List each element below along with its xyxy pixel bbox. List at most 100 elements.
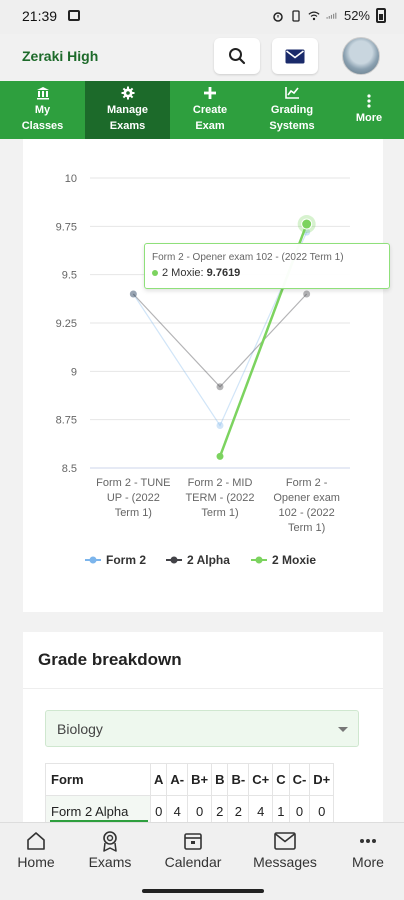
vibrate-icon	[292, 9, 300, 22]
bank-icon	[36, 86, 50, 102]
x-category-label: Form 2 - TUNE UP - (2022 Term 1)	[96, 477, 170, 519]
y-tick-label: 9.75	[56, 221, 77, 233]
tab-more[interactable]: More	[334, 81, 404, 139]
tab-grading-systems[interactable]: Grading Systems	[250, 81, 334, 139]
tab-create-exam-line2: Exam	[195, 120, 225, 132]
x-category-label: Form 2 - MID TERM - (2022 Term 1)	[185, 477, 254, 519]
data-point	[216, 452, 224, 460]
gear-icon	[121, 86, 135, 102]
home-icon	[26, 831, 46, 851]
table-header-row: Form A A- B+ B B- C+ C C- D+	[45, 763, 335, 796]
chevron-down-icon	[338, 727, 348, 732]
tab-manage-exams-line1: Manage	[107, 104, 148, 116]
column-header: B	[211, 763, 229, 796]
table-cell: 4	[248, 795, 274, 822]
column-header: C+	[248, 763, 274, 796]
column-header: A	[149, 763, 168, 796]
series-line-2-alpha	[132, 293, 308, 388]
x-category-label: Form 2 -Opener exam 102 - (2022 Term 1)	[273, 477, 340, 534]
table-cell: 0	[309, 795, 335, 822]
tooltip-series-dot	[152, 270, 158, 277]
table-cell: 4	[166, 795, 189, 822]
battery-percent: 52%	[343, 8, 370, 23]
status-icons: 52%	[272, 8, 386, 23]
column-header: B+	[187, 763, 213, 796]
column-header: D+	[309, 763, 335, 796]
avatar[interactable]	[342, 37, 380, 75]
plus-icon	[204, 86, 216, 102]
y-tick-label: 8.75	[56, 415, 77, 427]
data-point	[303, 290, 311, 298]
column-header: C-	[288, 763, 311, 796]
tab-manage-exams-line2: Exams	[109, 120, 146, 132]
bottom-nav-messages-label: Messages	[253, 854, 317, 870]
messages-icon	[274, 831, 296, 851]
grade-breakdown-title: Grade breakdown	[38, 650, 182, 669]
y-tick-label: 8.5	[62, 463, 77, 475]
y-tick-label: 10	[65, 173, 77, 185]
table-cell: 0	[288, 795, 311, 822]
signal-icon	[326, 12, 337, 19]
tab-my-classes[interactable]: My Classes	[0, 81, 85, 139]
legend-symbol-dot	[89, 556, 97, 564]
tab-grading-systems-line1: Grading	[270, 104, 314, 116]
legend-item-label: 2 Moxie	[272, 553, 316, 567]
chart-tooltip: Form 2 - Opener exam 102 - (2022 Term 1)…	[144, 243, 390, 289]
table-row[interactable]: Form 2 Alpha 0 4 0 2 2 4 1 0 0	[45, 795, 335, 822]
tab-my-classes-line1: My	[34, 104, 51, 116]
subject-select[interactable]: Biology	[45, 710, 359, 747]
app-header: Zeraki High	[0, 34, 404, 80]
bottom-nav-home-label: Home	[17, 854, 55, 870]
alarm-icon	[273, 11, 283, 22]
tooltip-value-line: 2 Moxie: 9.7619	[152, 267, 240, 279]
column-header: Form	[45, 763, 151, 796]
legend-symbol-dot	[170, 556, 178, 564]
bottom-nav-exams-label: Exams	[88, 854, 132, 870]
legend-item-label: Form 2	[106, 553, 146, 567]
table-cell-form[interactable]: Form 2 Alpha	[45, 795, 151, 822]
y-tick-label: 9.5	[62, 270, 77, 282]
y-tick-label: 9.25	[56, 318, 77, 330]
legend-item-label: 2 Alpha	[187, 553, 230, 567]
gallery-notification-icon	[68, 10, 80, 21]
tab-my-classes-line2: Classes	[21, 120, 64, 132]
bottom-nav-home[interactable]: Home	[0, 823, 72, 885]
mail-icon	[285, 49, 305, 63]
calendar-icon	[183, 831, 203, 851]
tab-grading-systems-line2: Systems	[269, 120, 315, 132]
table-cell: 1	[272, 795, 290, 822]
subject-select-value: Biology	[57, 721, 103, 737]
chart-line-icon	[284, 86, 300, 102]
bottom-nav-calendar[interactable]: Calendar	[148, 823, 238, 885]
table-cell: 0	[187, 795, 213, 822]
bottom-nav-more[interactable]: More	[332, 823, 404, 885]
column-header: B-	[227, 763, 250, 796]
home-indicator[interactable]	[142, 889, 264, 893]
battery-icon	[376, 8, 386, 23]
data-point	[216, 421, 224, 429]
data-point	[129, 290, 137, 298]
bottom-nav-more-label: More	[352, 854, 384, 870]
bottom-nav-messages[interactable]: Messages	[238, 823, 332, 885]
search-button[interactable]	[214, 38, 260, 74]
tab-manage-exams[interactable]: Manage Exams	[85, 81, 170, 139]
status-time: 21:39	[22, 8, 58, 24]
table-cell: 2	[211, 795, 229, 822]
tooltip-value: 9.7619	[206, 267, 241, 279]
column-header: A-	[166, 763, 189, 796]
tab-create-exam[interactable]: Create Exam	[170, 81, 250, 139]
performance-line-chart: 10 9.75 9.5 9.25 9 8.75 8.5 Form 2 - TUNE UP - (…	[56, 173, 350, 567]
exams-badge-icon	[101, 831, 119, 852]
tab-create-exam-line1: Create	[192, 104, 228, 116]
column-header: C	[272, 763, 290, 796]
bottom-nav-calendar-label: Calendar	[164, 854, 222, 870]
grade-breakdown-card: Grade breakdown Biology Form A A- B+ B B…	[23, 632, 383, 822]
more-horizontal-icon	[359, 831, 377, 851]
messages-button[interactable]	[272, 38, 318, 74]
tab-more-label: More	[355, 112, 383, 124]
data-point	[301, 218, 313, 230]
wifi-icon	[308, 11, 320, 20]
bottom-nav-exams[interactable]: Exams	[72, 823, 148, 885]
table-cell: 2	[227, 795, 250, 822]
data-point	[216, 383, 224, 391]
